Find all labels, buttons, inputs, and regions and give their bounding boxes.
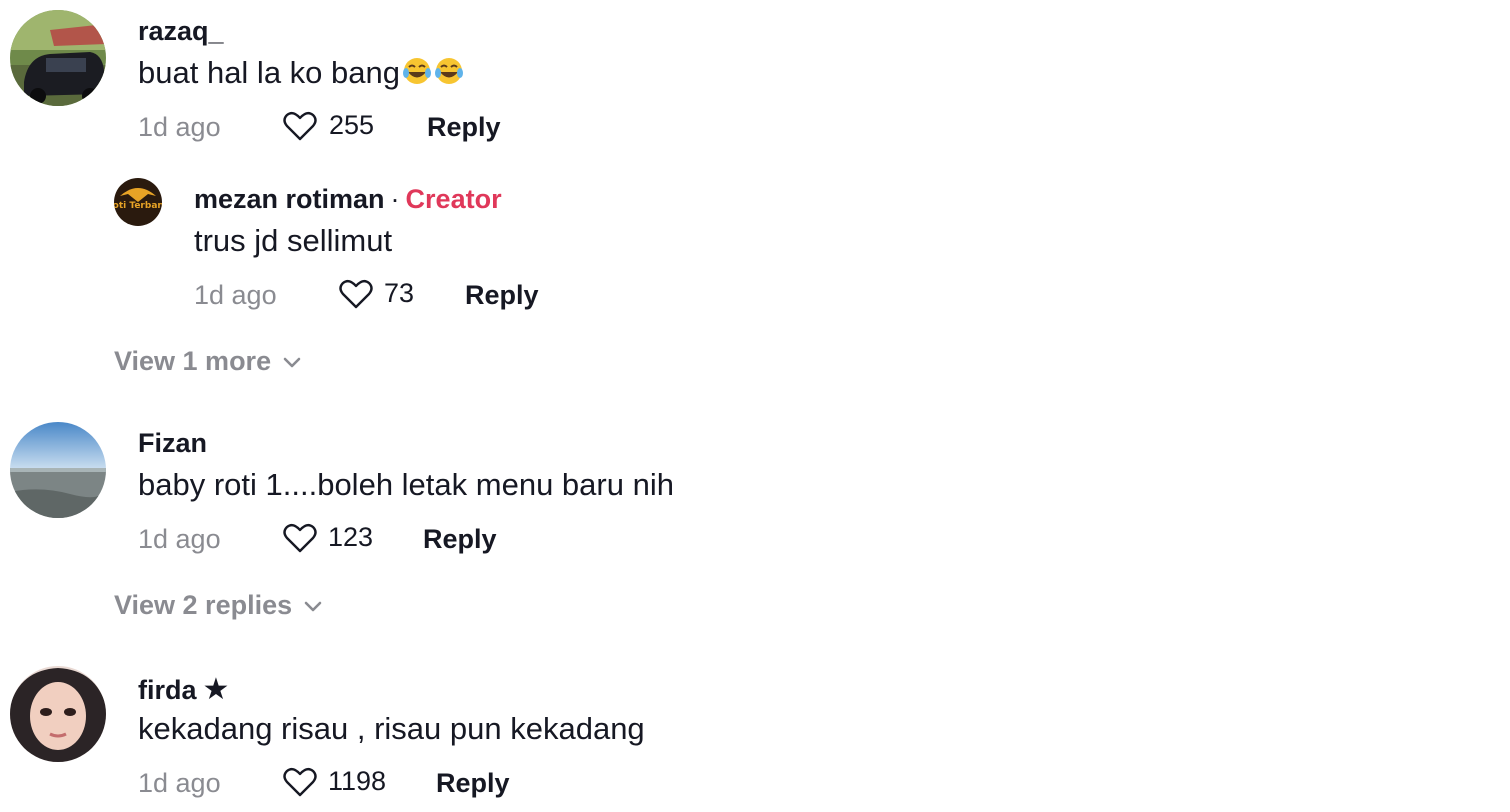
like-count: 1198 xyxy=(328,766,387,796)
view-more-replies-button[interactable]: View 1 more xyxy=(114,346,303,377)
comment-timestamp: 1d ago xyxy=(138,112,221,142)
heart-outline-icon[interactable] xyxy=(283,767,317,797)
reply-button[interactable]: Reply xyxy=(427,112,501,143)
view-replies-button[interactable]: View 2 replies xyxy=(114,590,324,621)
heart-outline-icon[interactable] xyxy=(283,111,317,141)
like-count: 255 xyxy=(329,110,375,140)
comment-username[interactable]: Fizan xyxy=(138,428,207,459)
avatar-firda[interactable] xyxy=(10,666,106,762)
comment-timestamp: 1d ago xyxy=(138,768,221,798)
heart-outline-icon[interactable] xyxy=(339,279,373,309)
chevron-down-icon xyxy=(304,601,322,611)
comment-text-content: buat hal la ko bang xyxy=(138,55,400,90)
view-more-label: View 1 more xyxy=(114,346,272,376)
heart-outline-icon[interactable] xyxy=(283,523,317,553)
like-count: 123 xyxy=(328,522,374,552)
reply-button[interactable]: Reply xyxy=(423,524,497,555)
avatar-portrait-image xyxy=(10,666,106,762)
creator-badge: Creator xyxy=(405,184,502,214)
reply-button[interactable]: Reply xyxy=(465,280,539,311)
avatar-logo-image: Roti Terbang xyxy=(114,178,162,226)
avatar-sea-image xyxy=(10,422,106,518)
separator-dot: · xyxy=(390,184,400,214)
avatar-razaq[interactable] xyxy=(10,10,106,106)
comment-username[interactable]: firda xyxy=(138,675,197,705)
reply-username[interactable]: mezan rotiman xyxy=(194,184,385,214)
comment-text: baby roti 1....boleh letak menu baru nih xyxy=(138,467,674,502)
avatar-logo-text: Roti Terbang xyxy=(114,201,162,211)
view-replies-label: View 2 replies xyxy=(114,590,293,620)
reply-text: trus jd sellimut xyxy=(194,223,393,258)
like-count: 73 xyxy=(384,278,415,308)
reply-timestamp: 1d ago xyxy=(194,280,277,310)
comment-username[interactable]: razaq_ xyxy=(138,16,224,47)
comment-username-line: firda ★ xyxy=(138,672,229,707)
avatar-fizan[interactable] xyxy=(10,422,106,518)
chevron-down-icon xyxy=(283,357,301,367)
comment-timestamp: 1d ago xyxy=(138,524,221,554)
joy-emoji-icon xyxy=(403,58,431,84)
comment-text: kekadang risau , risau pun kekadang xyxy=(138,711,645,746)
star-icon: ★ xyxy=(202,673,230,706)
avatar-car-image xyxy=(10,10,106,106)
avatar-mezan-rotiman[interactable]: Roti Terbang xyxy=(114,178,162,226)
reply-username-line: mezan rotiman · Creator xyxy=(194,184,502,215)
comment-text: buat hal la ko bang xyxy=(138,55,464,91)
reply-button[interactable]: Reply xyxy=(436,768,510,799)
joy-emoji-icon xyxy=(435,58,463,84)
